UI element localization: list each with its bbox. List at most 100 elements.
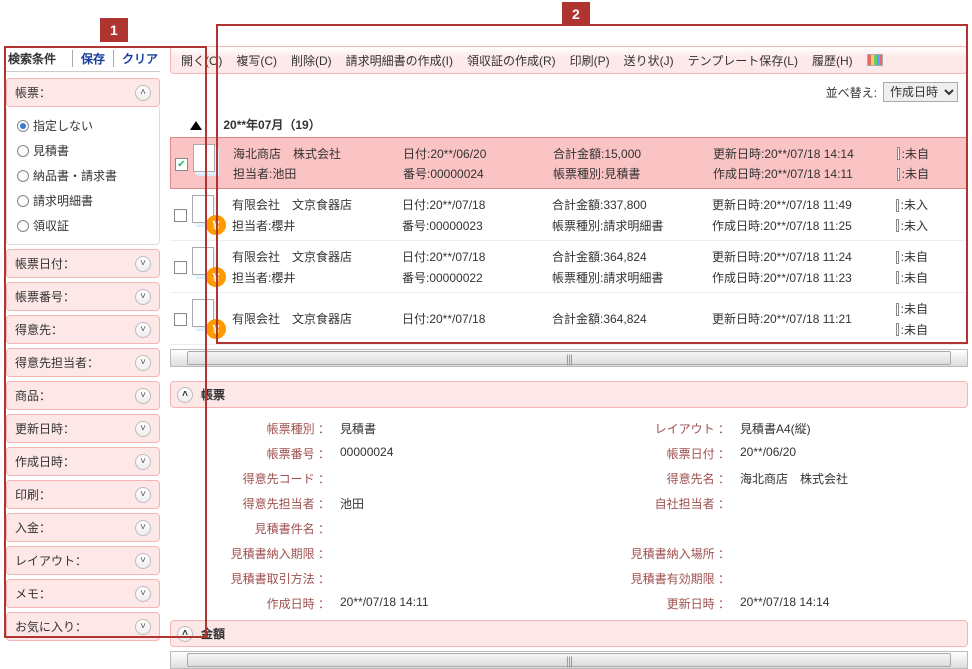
radio-icon xyxy=(17,170,29,182)
row-checkbox[interactable]: ✔ xyxy=(175,158,188,171)
callout-1: 1 xyxy=(100,18,128,42)
filter-section[interactable]: 帳票日付：˅ xyxy=(6,249,160,278)
row-no: 番号:00000024 xyxy=(403,164,553,184)
filter-section[interactable]: お気に入り：˅ xyxy=(6,612,160,641)
collapse-icon[interactable]: ˄ xyxy=(177,626,193,642)
detail-label: 見積書取引方法 ： xyxy=(210,570,340,587)
filter-section[interactable]: メモ：˅ xyxy=(6,579,160,608)
detail-value: 20**/07/18 14:14 xyxy=(740,595,960,612)
save-link[interactable]: 保存 xyxy=(72,50,105,67)
filter-section-label: メモ： xyxy=(15,585,51,602)
table-row[interactable]: ✔海北商店 株式会社担当者:池田日付:20**/06/20番号:00000024… xyxy=(170,137,968,189)
radio-icon xyxy=(17,145,29,157)
toolbar-item[interactable]: 履歴(H) xyxy=(812,52,853,69)
detail-value xyxy=(340,570,580,587)
toolbar-item[interactable]: 送り状(J) xyxy=(624,52,674,69)
flag-checkbox[interactable] xyxy=(896,251,899,264)
flag-checkbox[interactable] xyxy=(896,323,899,336)
toolbar-item[interactable]: テンプレート保存(L) xyxy=(688,52,798,69)
list-scrollbar[interactable] xyxy=(170,349,968,367)
flag-checkbox[interactable] xyxy=(897,147,900,160)
row-created: 作成日時:20**/07/18 11:23 xyxy=(712,268,892,288)
filter-option[interactable]: 請求明細書 xyxy=(17,188,149,213)
row-flag2: :未自 xyxy=(901,268,928,288)
detail-label: 帳票日付 ： xyxy=(580,445,740,462)
filter-option[interactable]: 指定しない xyxy=(17,113,149,138)
filter-section[interactable]: レイアウト：˅ xyxy=(6,546,160,575)
toolbar-item[interactable]: 印刷(P) xyxy=(570,52,610,69)
filter-section-label: 作成日時： xyxy=(15,453,75,470)
toolbar-item[interactable]: 請求明細書の作成(I) xyxy=(346,52,453,69)
row-total: 合計金額:337,800 xyxy=(552,195,712,215)
row-updated: 更新日時:20**/07/18 11:21 xyxy=(712,309,892,329)
toolbar: 開く(O) 複写(C) 削除(D) 請求明細書の作成(I) 領収証の作成(R) 印刷(P)… xyxy=(170,46,968,74)
chevron-down-icon: ˅ xyxy=(135,355,151,371)
toolbar-item[interactable]: 複写(C) xyxy=(236,52,277,69)
filter-section-label: 更新日時： xyxy=(15,420,75,437)
detail-value: 00000024 xyxy=(340,445,580,462)
detail-label: 得意先コード ： xyxy=(210,470,340,487)
table-row[interactable]: ¥有限会社 文京食器店担当者:櫻井日付:20**/07/18番号:0000002… xyxy=(170,189,968,241)
filter-option[interactable]: 納品書・請求書 xyxy=(17,163,149,188)
row-tantou: 担当者:池田 xyxy=(233,164,403,184)
detail-panel: ˄ 帳票 帳票種別 ：見積書レイアウト ：見積書A4(縦)帳票番号 ：00000… xyxy=(170,381,968,647)
filter-section[interactable]: 得意先担当者：˅ xyxy=(6,348,160,377)
flag-checkbox[interactable] xyxy=(896,303,899,316)
flag-checkbox[interactable] xyxy=(896,199,899,212)
filter-head-type[interactable]: 帳票： ˄ xyxy=(6,78,160,107)
chevron-down-icon: ˅ xyxy=(135,256,151,272)
row-created: 作成日時:20**/07/18 14:11 xyxy=(713,164,893,184)
sort-select[interactable]: 作成日時 xyxy=(883,82,958,102)
filter-section-label: 帳票番号： xyxy=(15,288,75,305)
filter-option[interactable]: 領収証 xyxy=(17,213,149,238)
filter-section[interactable]: 入金：˅ xyxy=(6,513,160,542)
row-name: 有限会社 文京食器店 xyxy=(232,195,402,215)
filter-option-label: 請求明細書 xyxy=(33,192,93,209)
radio-icon xyxy=(17,220,29,232)
filter-option-label: 領収証 xyxy=(33,217,69,234)
document-icon: ¥ xyxy=(192,299,224,337)
toolbar-item[interactable]: 開く(O) xyxy=(181,52,222,69)
chevron-down-icon: ˅ xyxy=(135,322,151,338)
triangle-up-icon xyxy=(190,121,202,130)
detail-section2-title: 金額 xyxy=(201,625,225,642)
document-icon: ¥ xyxy=(192,195,224,233)
clear-link[interactable]: クリア xyxy=(113,50,158,67)
filter-option[interactable]: 見積書 xyxy=(17,138,149,163)
row-date: 日付:20**/07/18 xyxy=(402,195,552,215)
row-updated: 更新日時:20**/07/18 11:24 xyxy=(712,247,892,267)
row-flag: :未自 xyxy=(901,247,928,267)
filter-section[interactable]: 作成日時：˅ xyxy=(6,447,160,476)
row-checkbox[interactable] xyxy=(174,261,187,274)
detail-label: 得意先担当者 ： xyxy=(210,495,340,512)
detail-scrollbar[interactable] xyxy=(170,651,968,669)
filter-section[interactable]: 帳票番号：˅ xyxy=(6,282,160,311)
row-created: 作成日時:20**/07/18 11:25 xyxy=(712,216,892,236)
table-row[interactable]: ¥有限会社 文京食器店日付:20**/07/18合計金額:364,824更新日時… xyxy=(170,293,968,345)
toolbar-item[interactable]: 削除(D) xyxy=(291,52,332,69)
row-checkbox[interactable] xyxy=(174,209,187,222)
filter-section[interactable]: 印刷：˅ xyxy=(6,480,160,509)
row-checkbox[interactable] xyxy=(174,313,187,326)
flag-checkbox[interactable] xyxy=(896,219,899,232)
table-row[interactable]: ¥有限会社 文京食器店担当者:櫻井日付:20**/07/18番号:0000002… xyxy=(170,241,968,293)
filter-section[interactable]: 得意先：˅ xyxy=(6,315,160,344)
color-palette-icon[interactable] xyxy=(867,54,883,66)
collapse-icon[interactable]: ˄ xyxy=(177,387,193,403)
detail-value: 見積書A4(縦) xyxy=(740,420,960,437)
row-tantou: 担当者:櫻井 xyxy=(232,268,402,288)
group-header[interactable]: 20**年07月（19） xyxy=(170,108,968,137)
toolbar-item[interactable]: 領収証の作成(R) xyxy=(467,52,556,69)
detail-value: 池田 xyxy=(340,495,580,512)
filter-section[interactable]: 商品：˅ xyxy=(6,381,160,410)
row-name: 海北商店 株式会社 xyxy=(233,144,403,164)
detail-label: 帳票番号 ： xyxy=(210,445,340,462)
detail-value: 海北商店 株式会社 xyxy=(740,470,960,487)
flag-checkbox[interactable] xyxy=(897,168,900,181)
detail-label: 更新日時 ： xyxy=(580,595,740,612)
flag-checkbox[interactable] xyxy=(896,271,899,284)
row-total: 合計金額:364,824 xyxy=(552,309,712,329)
filter-section[interactable]: 更新日時：˅ xyxy=(6,414,160,443)
row-tantou: 担当者:櫻井 xyxy=(232,216,402,236)
chevron-up-icon: ˄ xyxy=(135,85,151,101)
